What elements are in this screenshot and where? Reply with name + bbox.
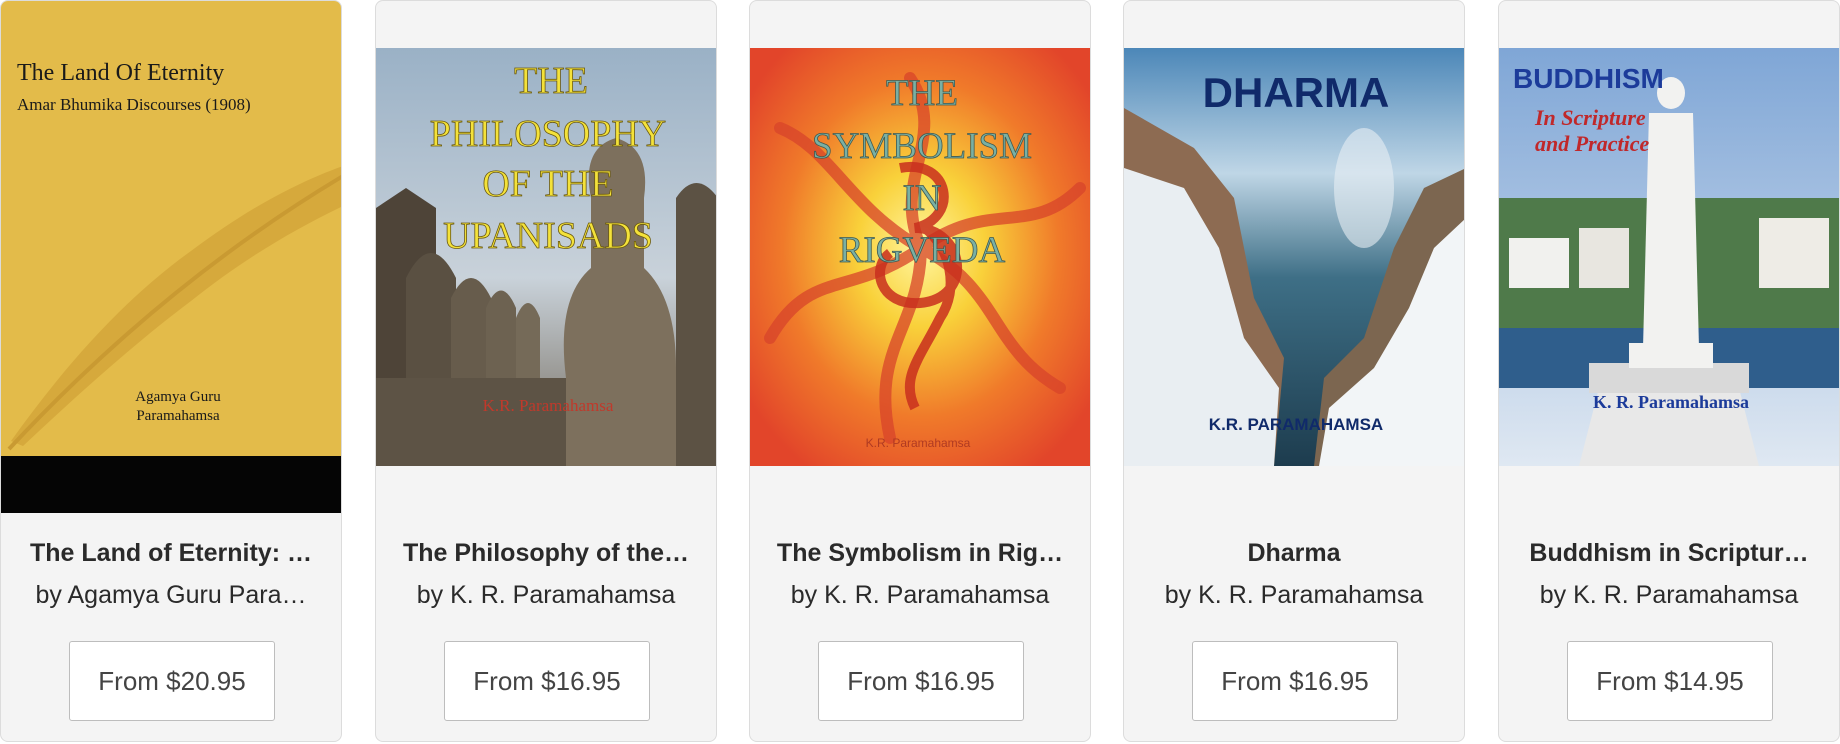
cover-title: THE bbox=[514, 60, 588, 102]
price-button[interactable]: From $14.95 bbox=[1567, 641, 1773, 721]
cover-author: K. R. Paramahamsa bbox=[1593, 392, 1749, 412]
cover-title: PHILOSOPHY bbox=[430, 113, 666, 155]
book-cover-image[interactable]: THE PHILOSOPHY OF THE UPANISADS K.R. Par… bbox=[376, 48, 716, 466]
book-cover-image[interactable]: THE SYMBOLISM IN RIGVEDA K.R. Paramahams… bbox=[750, 48, 1090, 466]
book-author: by K. R. Paramahamsa bbox=[790, 581, 1050, 609]
book-title[interactable]: Buddhism in Scriptur… bbox=[1509, 537, 1829, 569]
cover-title: IN bbox=[902, 178, 941, 219]
cover-subtitle: In Scripture bbox=[1534, 105, 1646, 130]
cover-title: OF THE bbox=[482, 163, 613, 205]
cover-author: K.R. PARAMAHAMSA bbox=[1209, 415, 1383, 434]
cover-title: BUDDHISM bbox=[1513, 63, 1664, 94]
book-carousel: The Land Of Eternity Amar Bhumika Discou… bbox=[0, 0, 1840, 744]
book-card: DHARMA K.R. PARAMAHAMSA Dharma by K. R. … bbox=[1123, 0, 1465, 742]
cover-title: SYMBOLISM bbox=[812, 126, 1032, 167]
book-author: by K. R. Paramahamsa bbox=[416, 581, 676, 609]
book-card: THE PHILOSOPHY OF THE UPANISADS K.R. Par… bbox=[375, 0, 717, 742]
price-button[interactable]: From $16.95 bbox=[444, 641, 650, 721]
price-button[interactable]: From $16.95 bbox=[1192, 641, 1398, 721]
cover-subtitle: and Practice bbox=[1535, 131, 1649, 156]
book-title[interactable]: The Philosophy of the… bbox=[386, 537, 706, 569]
book-author: by Agamya Guru Para… bbox=[35, 581, 307, 609]
cover-author: K.R. Paramahamsa bbox=[866, 436, 971, 450]
book-cover-image[interactable]: DHARMA K.R. PARAMAHAMSA bbox=[1124, 48, 1464, 466]
book-title[interactable]: The Symbolism in Rig… bbox=[760, 537, 1080, 569]
cover-title: DHARMA bbox=[1203, 69, 1390, 116]
book-card: BUDDHISM In Scripture and Practice K. R.… bbox=[1498, 0, 1840, 742]
cover-author: Paramahamsa bbox=[136, 408, 220, 424]
cover-author: K.R. Paramahamsa bbox=[483, 396, 614, 415]
book-card: THE SYMBOLISM IN RIGVEDA K.R. Paramahams… bbox=[749, 0, 1091, 742]
book-title[interactable]: Dharma bbox=[1134, 537, 1454, 569]
cover-title: The Land Of Eternity bbox=[17, 60, 224, 86]
book-card: The Land Of Eternity Amar Bhumika Discou… bbox=[0, 0, 342, 742]
price-button[interactable]: From $20.95 bbox=[69, 641, 275, 721]
book-cover-image[interactable]: The Land Of Eternity Amar Bhumika Discou… bbox=[1, 1, 341, 513]
book-author: by K. R. Paramahamsa bbox=[1539, 581, 1799, 609]
cover-title: RIGVEDA bbox=[839, 230, 1006, 271]
book-cover-image[interactable]: BUDDHISM In Scripture and Practice K. R.… bbox=[1499, 48, 1839, 466]
price-button[interactable]: From $16.95 bbox=[818, 641, 1024, 721]
book-author: by K. R. Paramahamsa bbox=[1164, 581, 1424, 609]
cover-author: Agamya Guru bbox=[135, 389, 221, 405]
cover-title: THE bbox=[886, 73, 958, 114]
cover-subtitle: Amar Bhumika Discourses (1908) bbox=[17, 95, 251, 114]
book-title[interactable]: The Land of Eternity: … bbox=[11, 537, 331, 569]
cover-title: UPANISADS bbox=[443, 215, 653, 257]
